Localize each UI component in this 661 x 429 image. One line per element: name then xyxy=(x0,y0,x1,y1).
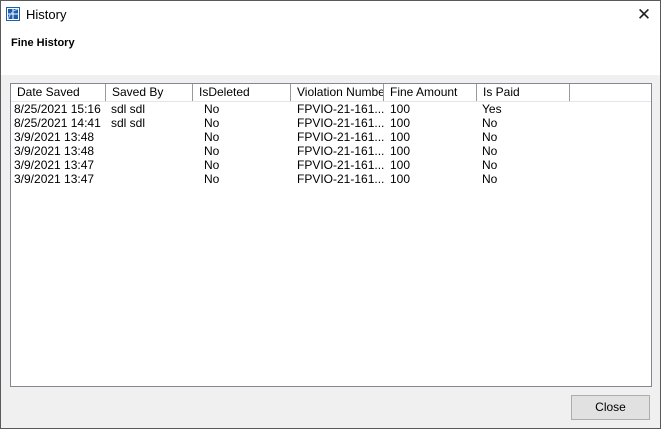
column-header-violation-number[interactable]: Violation Number xyxy=(291,84,384,101)
cell-saved-by xyxy=(111,172,196,186)
cell-saved-by: sdl sdl xyxy=(111,116,146,130)
cell-date-saved: 8/25/2021 15:16 xyxy=(14,102,101,116)
title-bar[interactable]: History ✕ xyxy=(1,1,660,29)
cell-violation-number: FPVIO-21-161... xyxy=(297,158,385,172)
column-header-date-saved[interactable]: Date Saved xyxy=(11,84,106,101)
column-header-fine-amount[interactable]: Fine Amount xyxy=(384,84,477,101)
cell-violation-number: FPVIO-21-161... xyxy=(297,116,385,130)
header-band: Fine History xyxy=(1,29,660,75)
table-row[interactable]: 3/9/2021 13:47 No FPVIO-21-161... 100 No xyxy=(11,172,651,186)
column-header-isdeleted[interactable]: IsDeleted xyxy=(193,84,291,101)
cell-saved-by xyxy=(111,144,196,158)
cell-is-paid: Yes xyxy=(482,102,502,116)
cell-isdeleted: No xyxy=(204,130,220,144)
app-grid-icon xyxy=(6,7,20,21)
cell-fine-amount: 100 xyxy=(390,130,411,144)
cell-saved-by: sdl sdl xyxy=(111,102,146,116)
cell-violation-number: FPVIO-21-161... xyxy=(297,102,385,116)
cell-saved-by xyxy=(111,158,196,172)
cell-is-paid: No xyxy=(482,158,498,172)
cell-saved-by xyxy=(111,130,196,144)
cell-isdeleted: No xyxy=(204,144,220,158)
close-icon[interactable]: ✕ xyxy=(628,1,660,29)
cell-is-paid: No xyxy=(482,116,498,130)
cell-fine-amount: 100 xyxy=(390,116,411,130)
cell-isdeleted: No xyxy=(204,158,220,172)
cell-date-saved: 3/9/2021 13:47 xyxy=(14,172,95,186)
fine-history-table[interactable]: Date Saved Saved By IsDeleted Violation … xyxy=(10,83,652,387)
cell-is-paid: No xyxy=(482,130,498,144)
cell-date-saved: 3/9/2021 13:47 xyxy=(14,158,95,172)
cell-violation-number: FPVIO-21-161... xyxy=(297,130,385,144)
table-row[interactable]: 8/25/2021 15:16 sdl sdl No FPVIO-21-161... 1… xyxy=(11,102,651,116)
cell-fine-amount: 100 xyxy=(390,102,411,116)
column-header-is-paid[interactable]: Is Paid xyxy=(477,84,570,101)
cell-isdeleted: No xyxy=(204,116,220,130)
close-button[interactable]: Close xyxy=(571,395,650,420)
history-window: History ✕ Fine History Date Saved Saved … xyxy=(0,0,661,429)
table-row[interactable]: 3/9/2021 13:48 No FPVIO-21-161... 100 No xyxy=(11,130,651,144)
cell-isdeleted: No xyxy=(204,102,220,116)
cell-is-paid: No xyxy=(482,172,498,186)
cell-is-paid: No xyxy=(482,144,498,158)
table-row[interactable]: 8/25/2021 14:41 sdl sdl No FPVIO-21-161... 1… xyxy=(11,116,651,130)
cell-fine-amount: 100 xyxy=(390,144,411,158)
cell-date-saved: 3/9/2021 13:48 xyxy=(14,144,95,158)
page-title: Fine History xyxy=(11,37,75,49)
window-title: History xyxy=(26,7,67,22)
column-header-saved-by[interactable]: Saved By xyxy=(106,84,193,101)
cell-isdeleted: No xyxy=(204,172,220,186)
cell-fine-amount: 100 xyxy=(390,172,411,186)
cell-date-saved: 8/25/2021 14:41 xyxy=(14,116,101,130)
cell-violation-number: FPVIO-21-161... xyxy=(297,144,385,158)
cell-fine-amount: 100 xyxy=(390,158,411,172)
cell-violation-number: FPVIO-21-161... xyxy=(297,172,385,186)
cell-date-saved: 3/9/2021 13:48 xyxy=(14,130,95,144)
table-row[interactable]: 3/9/2021 13:48 No FPVIO-21-161... 100 No xyxy=(11,144,651,158)
table-header: Date Saved Saved By IsDeleted Violation … xyxy=(11,84,651,102)
table-row[interactable]: 3/9/2021 13:47 No FPVIO-21-161... 100 No xyxy=(11,158,651,172)
